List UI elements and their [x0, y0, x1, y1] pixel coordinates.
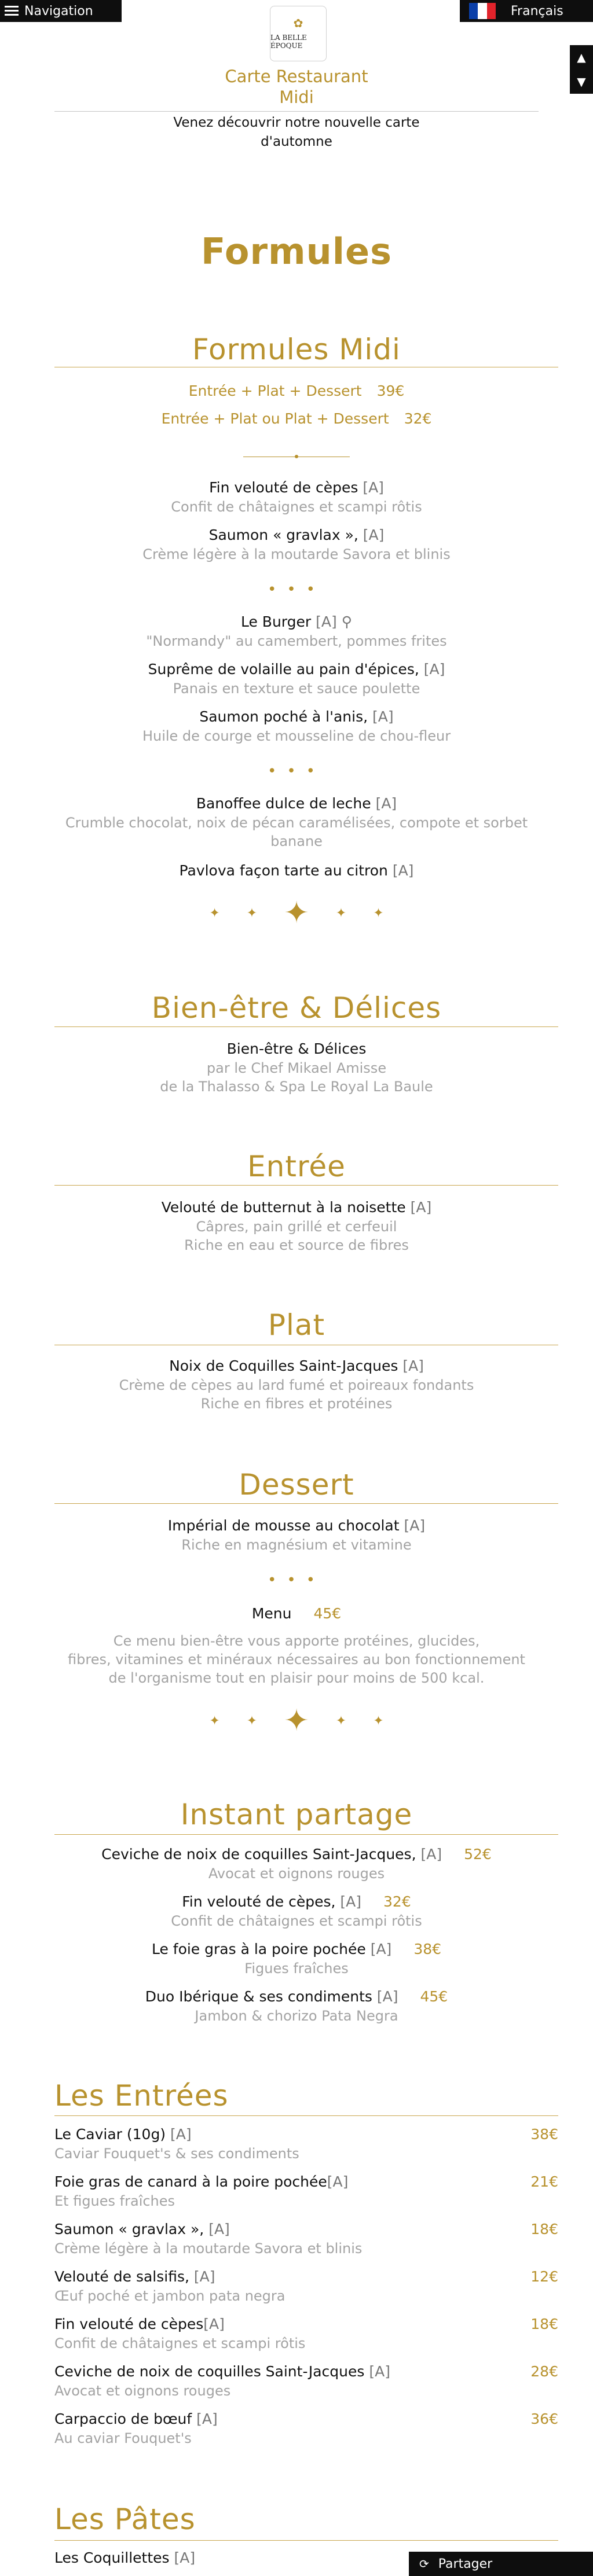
language-selector[interactable]: Français	[460, 0, 593, 22]
share-button[interactable]: ⟳ Partager	[409, 2552, 593, 2576]
menu-item: Noix de Coquilles Saint-Jacques [A] Crèm…	[119, 1357, 474, 1412]
dots-divider: •••	[267, 581, 325, 598]
menu-item: Banoffee dulce de leche [A] Crumble choc…	[65, 795, 528, 849]
section-divider	[54, 1834, 558, 1835]
sparkle-ornament-icon: ✦ ✦ ✦ ✦ ✦	[209, 896, 384, 930]
menu-item: Fin velouté de cèpes, [A] 32€ Confit de c…	[171, 1893, 422, 1929]
crest-icon: ✿	[293, 16, 303, 30]
list-item: Velouté de salsifis, [A] Œuf poché et ja…	[54, 2268, 558, 2304]
entrees-heading: Les Entrées	[54, 2079, 229, 2113]
logo-text: LA BELLE ÉPOQUE	[270, 34, 307, 50]
language-label: Français	[511, 3, 563, 19]
menu-item: Le Burger [A] ⚲ "Normandy" au camembert,…	[146, 613, 447, 649]
entree-heading: Entrée	[247, 1150, 346, 1183]
bienetre-heading: Bien-être & Délices	[151, 991, 442, 1025]
section-divider	[54, 1026, 558, 1027]
list-item: Foie gras de canard à la poire pochée[A]…	[54, 2173, 558, 2209]
section-divider	[54, 1503, 558, 1504]
share-icon: ⟳	[419, 2557, 429, 2571]
menu-item: Impérial de mousse au chocolat [A] Riche…	[167, 1517, 426, 1553]
intro-text: Venez découvrir notre nouvelle carte d'a…	[173, 115, 420, 149]
section-divider	[54, 1185, 558, 1186]
list-item: Carpaccio de bœuf [A] Au caviar Fouquet'…	[54, 2411, 558, 2446]
list-item: Ceviche de noix de coquilles Saint-Jacqu…	[54, 2363, 558, 2399]
menu-item: Velouté de butternut à la noisette [A] C…	[161, 1199, 432, 1253]
bienetre-menu-description: Ce menu bien-être vous apporte protéines…	[68, 1633, 525, 1686]
section-divider	[54, 2540, 558, 2541]
chevron-up-icon: ▲	[577, 50, 586, 64]
pates-heading: Les Pâtes	[54, 2503, 196, 2536]
ornament-divider	[0, 454, 593, 461]
menu-item: Ceviche de noix de coquilles Saint-Jacqu…	[101, 1846, 492, 1882]
menu-icon	[5, 6, 19, 16]
bienetre-intro: Bien-être & Délices par le Chef Mikael A…	[160, 1040, 433, 1095]
share-label: Partager	[438, 2556, 493, 2571]
menu-item: Saumon « gravlax », [A] Crème légère à l…	[142, 527, 451, 562]
section-divider	[54, 2115, 558, 2116]
navigation-button[interactable]: Navigation	[0, 0, 122, 22]
header-divider	[54, 111, 539, 112]
menu-item: Duo Ibérique & ses condiments [A] 45€ Jam…	[145, 1988, 448, 2024]
menu-item: Suprême de volaille au pain d'épices, [A…	[148, 661, 445, 697]
partage-heading: Instant partage	[180, 1798, 413, 1831]
formules-midi-heading: Formules Midi	[192, 333, 401, 366]
list-item: Fin velouté de cèpes[A] Confit de châtai…	[54, 2316, 558, 2351]
dessert-heading: Dessert	[239, 1468, 354, 1502]
formules-heading: Formules	[201, 230, 392, 273]
restaurant-logo[interactable]: ✿ LA BELLE ÉPOQUE	[270, 6, 327, 61]
location-pin-icon[interactable]: ⚲	[342, 613, 352, 630]
menu-item: Pavlova façon tarte au citron [A]	[179, 862, 414, 879]
dots-divider: •••	[267, 1572, 325, 1589]
sparkle-ornament-icon: ✦ ✦ ✦ ✦ ✦	[209, 1703, 384, 1738]
list-item: Saumon « gravlax », [A] Crème légère à l…	[54, 2221, 558, 2257]
formula-option: Entrée + Plat + Dessert 39€	[188, 382, 405, 399]
list-item: Le Caviar (10g) [A] Caviar Fouquet's & s…	[54, 2126, 558, 2162]
bienetre-menu-price: Menu 45€	[251, 1605, 342, 1622]
menu-item: Saumon poché à l'anis, [A] Huile de cour…	[142, 708, 451, 744]
menu-item: Le foie gras à la poire pochée [A] 38€ Fi…	[151, 1941, 442, 1977]
dots-divider: •••	[267, 763, 325, 780]
page-title: Carte Restaurant Midi	[225, 67, 368, 107]
menu-item: Fin velouté de cèpes [A] Confit de châta…	[171, 479, 422, 515]
formula-option: Entrée + Plat ou Plat + Dessert 32€	[161, 410, 432, 427]
french-flag-icon	[469, 3, 496, 19]
navigation-label: Navigation	[24, 3, 93, 19]
plat-heading: Plat	[268, 1308, 325, 1342]
